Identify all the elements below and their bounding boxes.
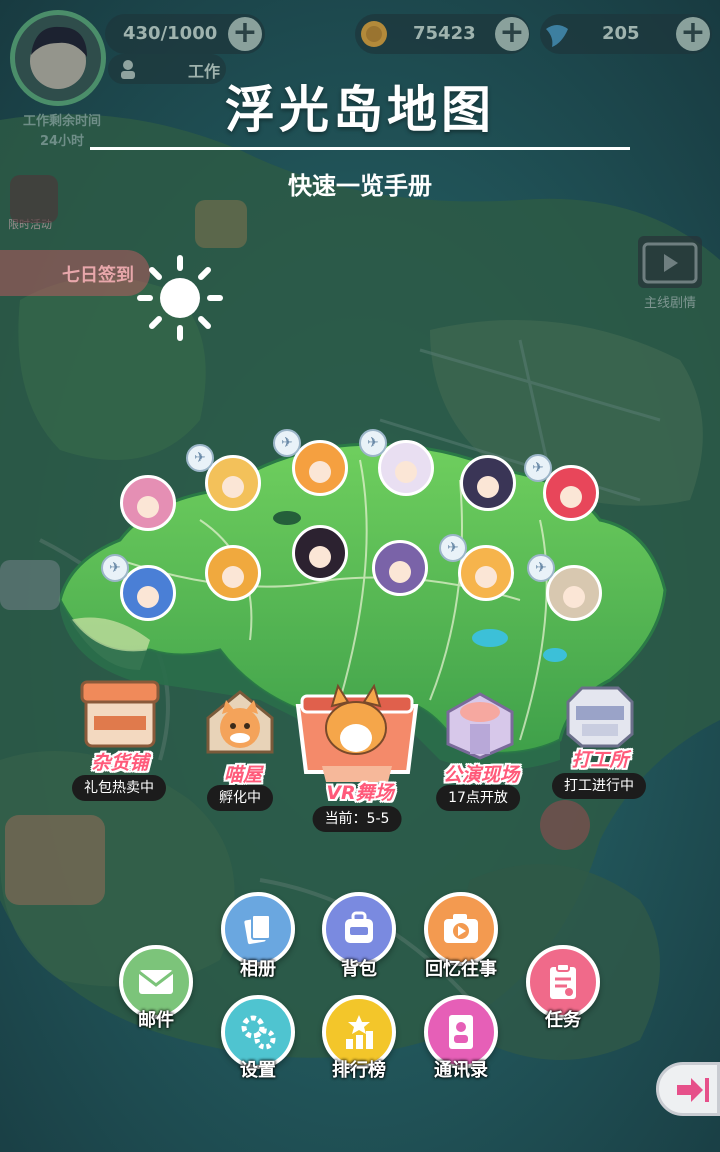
character-face (137, 586, 159, 608)
character-face (309, 546, 331, 568)
plane-travel-icon[interactable]: ✈ (186, 444, 214, 472)
tasks-label: 任务 (545, 1010, 581, 1031)
plane-travel-icon[interactable]: ✈ (273, 429, 301, 457)
performance-stage-status: 17点开放 (436, 785, 520, 811)
character-face (395, 461, 417, 483)
album-label: 相册 (240, 959, 276, 980)
exit-arrow-icon (677, 1078, 709, 1102)
side-building-icon[interactable] (0, 560, 60, 610)
general-store-building[interactable] (80, 678, 160, 750)
white-hair-girl-icon[interactable]: ✈ (359, 429, 434, 496)
blue-hair-girl-icon[interactable]: ✈ (101, 554, 176, 621)
vr-dance-hall-status: 当前：5-5 (312, 806, 402, 832)
sun-weather-icon (137, 255, 223, 341)
stamina-value: 430/1000 (123, 23, 218, 44)
contacts-book-icon (449, 1015, 473, 1049)
coin-value: 75423 (413, 23, 476, 44)
ranking-label: 排行榜 (332, 1060, 386, 1081)
vr-dance-hall-building[interactable] (292, 676, 422, 788)
dim-character-marker (540, 800, 590, 850)
character-face (222, 476, 244, 498)
dark-hair-girl-icon[interactable] (292, 525, 348, 581)
character-face (475, 566, 497, 588)
plane-travel-icon[interactable]: ✈ (359, 429, 387, 457)
purple-hair-girl-icon[interactable] (372, 540, 428, 596)
character-face (563, 586, 585, 608)
work-office-status: 打工进行中 (552, 773, 646, 799)
camera-icon (444, 914, 478, 943)
pink-hair-girl-icon[interactable] (120, 475, 176, 531)
performance-stage-building[interactable] (440, 688, 520, 760)
stamina-plus-button[interactable]: + (228, 17, 262, 51)
general-store-name: 杂货铺 (91, 752, 149, 774)
plane-travel-icon[interactable]: ✈ (524, 454, 552, 482)
sign-in-banner[interactable]: 七日签到 (0, 250, 150, 296)
backpack-icon (345, 911, 373, 943)
dim-store-building (5, 815, 105, 905)
title-divider (90, 147, 630, 150)
gear-icon (241, 1015, 276, 1050)
plane-travel-icon[interactable]: ✈ (527, 554, 555, 582)
play-video-icon (642, 242, 698, 284)
settings-label: 设置 (240, 1060, 276, 1081)
plane-travel-icon[interactable]: ✈ (439, 534, 467, 562)
gem-plus-button[interactable]: + (676, 17, 710, 51)
blonde-fox-girl-icon[interactable]: ✈ (186, 444, 261, 511)
backpack-label: 背包 (341, 959, 377, 980)
red-hair-girl-icon[interactable]: ✈ (524, 454, 599, 521)
sign-in-label: 七日签到 (62, 265, 134, 286)
contacts-label: 通讯录 (434, 1060, 488, 1081)
work-office-name: 打工所 (571, 749, 629, 771)
character-face (222, 566, 244, 588)
character-face (389, 561, 411, 583)
character-face (309, 461, 331, 483)
character-face (560, 486, 582, 508)
map-title: 浮光岛地图 (225, 81, 495, 139)
plane-travel-icon[interactable]: ✈ (101, 554, 129, 582)
cat-building-icon[interactable] (195, 200, 247, 248)
character-face (477, 476, 499, 498)
gem-icon (546, 25, 568, 47)
character-face (137, 496, 159, 518)
cat-house-status: 孵化中 (207, 785, 273, 811)
coin-plus-button[interactable]: + (495, 17, 529, 51)
map-subtitle: 快速一览手册 (288, 172, 432, 200)
fox-ear-girl-icon[interactable]: ✈ (439, 534, 514, 601)
task-clipboard-icon (550, 963, 576, 999)
witch-hat-girl-icon[interactable] (205, 545, 261, 601)
general-store-status: 礼包热卖中 (72, 775, 166, 801)
work-office-building[interactable] (562, 684, 638, 750)
main-story-button[interactable] (638, 236, 702, 288)
memories-label: 回忆往事 (425, 959, 497, 980)
vr-dance-hall-name: VR舞场 (326, 782, 394, 804)
map-scene: 430/1000 + 工作 工作剩余时间 24小时 75423 + 205 + … (0, 0, 720, 1152)
exit-button[interactable] (656, 1062, 720, 1116)
cat-house-building[interactable] (202, 688, 278, 760)
coin-icon (361, 21, 387, 47)
album-icon (244, 914, 271, 945)
mail-icon (138, 970, 174, 994)
main-story-label: 主线剧情 (643, 296, 696, 311)
dark-creature-icon[interactable] (460, 455, 516, 511)
gem-value: 205 (602, 23, 640, 44)
ranking-chart-icon (346, 1015, 373, 1049)
orange-hair-girl-icon[interactable]: ✈ (273, 429, 348, 496)
mail-label: 邮件 (138, 1010, 174, 1031)
silver-hair-boy-icon[interactable]: ✈ (527, 554, 602, 621)
